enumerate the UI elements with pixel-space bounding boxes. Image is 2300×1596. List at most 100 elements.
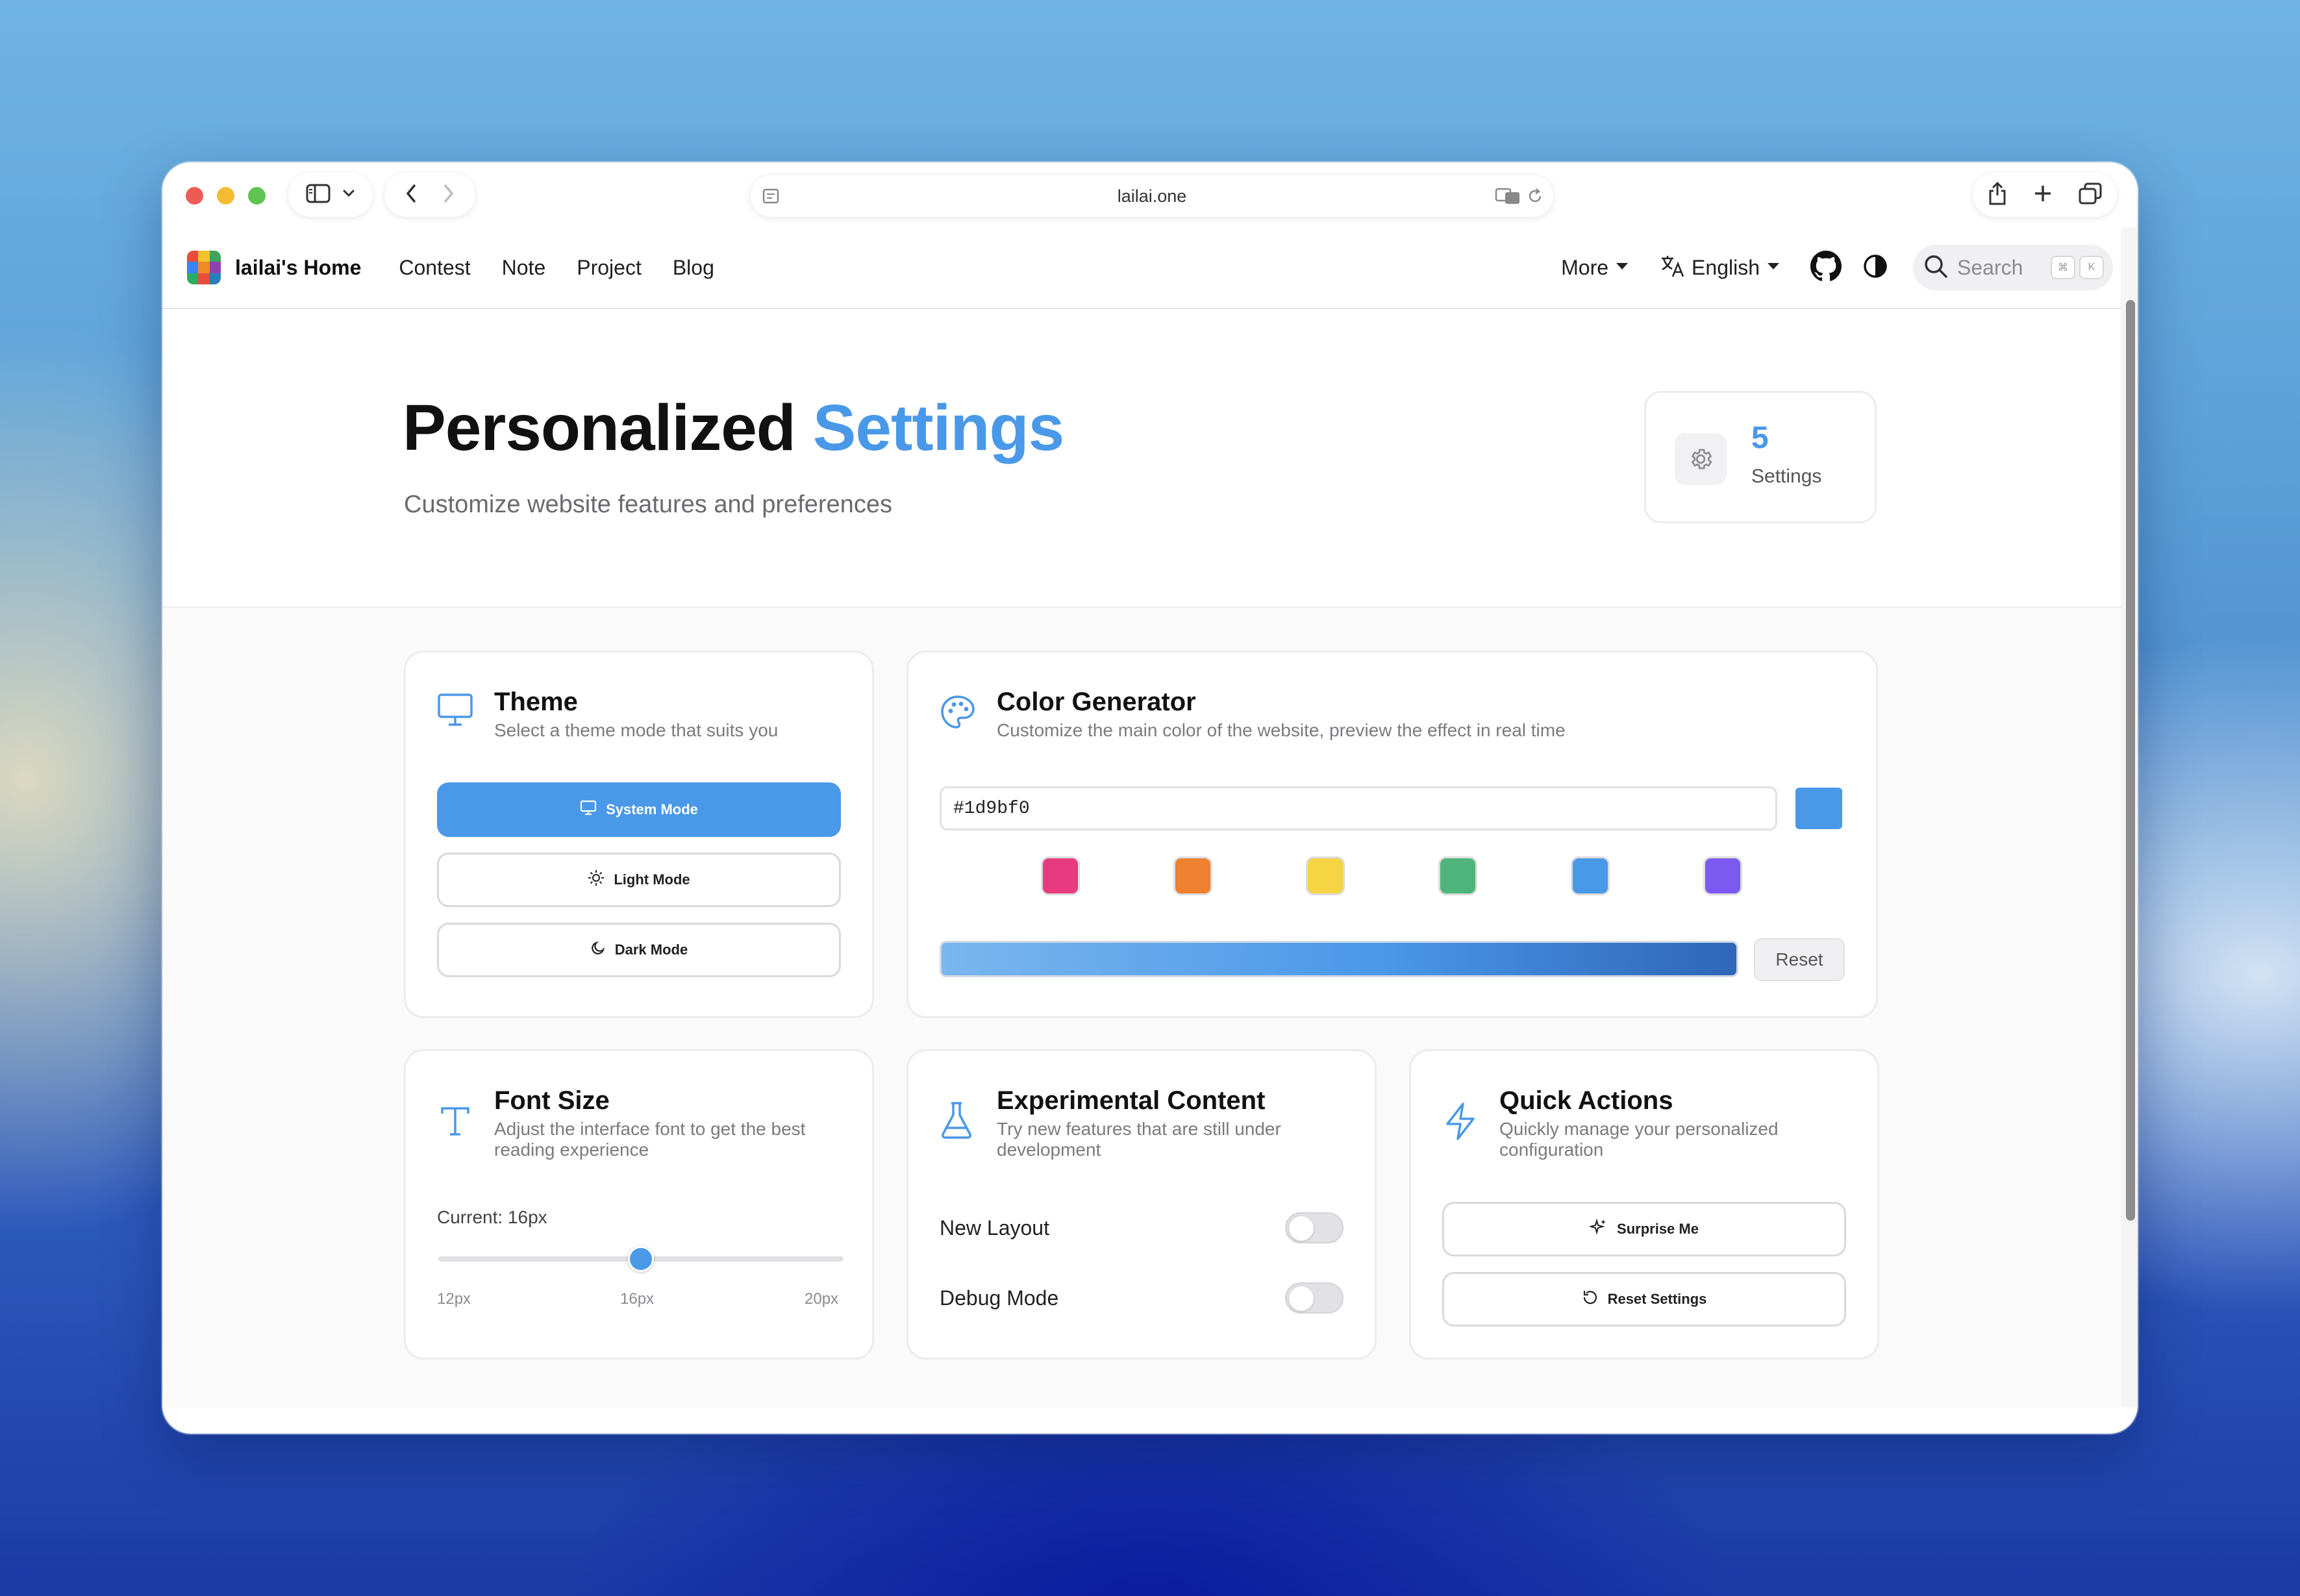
monitor-icon [580, 800, 597, 819]
color-desc: Customize the main color of the website,… [997, 720, 1566, 740]
new-layout-toggle[interactable] [1285, 1212, 1344, 1243]
experimental-title: Experimental Content [997, 1086, 1266, 1115]
site-navbar: lailai's Home Contest Note Project Blog … [162, 227, 2121, 309]
browser-window: lailai.one lailai's Home Contest Note Pr… [162, 162, 2138, 1434]
more-menu[interactable]: More [1561, 256, 1629, 280]
history-nav [384, 173, 475, 217]
brand-name[interactable]: lailai's Home [235, 256, 361, 280]
close-window-button[interactable] [186, 187, 203, 205]
theme-desc: Select a theme mode that suits you [494, 720, 779, 740]
surprise-me-button[interactable]: Surprise Me [1442, 1202, 1846, 1256]
page-title: Personalized Settings [403, 391, 1064, 466]
color-preview[interactable] [1795, 788, 1842, 829]
reset-color-button[interactable]: Reset [1754, 938, 1845, 981]
browser-toolbar: lailai.one [162, 162, 2138, 227]
reset-settings-button[interactable]: Reset Settings [1442, 1272, 1846, 1327]
color-swatch[interactable] [1173, 856, 1212, 895]
slider-handle[interactable] [628, 1246, 654, 1272]
dark-mode-button[interactable]: Dark Mode [437, 923, 841, 977]
title-accent: Settings [812, 392, 1064, 464]
back-icon[interactable] [405, 184, 417, 206]
theme-card: Theme Select a theme mode that suits you… [404, 651, 874, 1018]
color-swatch[interactable] [1041, 856, 1080, 895]
color-swatch[interactable] [1703, 856, 1742, 895]
page-subtitle: Customize website features and preferenc… [404, 491, 892, 518]
caret-down-icon [1615, 262, 1629, 274]
more-label: More [1561, 255, 1609, 279]
tabs-overview-icon[interactable] [2079, 182, 2102, 208]
surprise-me-label: Surprise Me [1617, 1221, 1699, 1237]
font-size-slider[interactable] [438, 1246, 844, 1272]
palette-icon [940, 694, 976, 734]
experimental-desc: Try new features that are still under de… [997, 1119, 1281, 1160]
nav-note[interactable]: Note [502, 256, 546, 280]
type-icon [440, 1106, 471, 1140]
color-title: Color Generator [997, 688, 1196, 716]
color-hex-input[interactable]: #1d9bf0 [940, 786, 1777, 830]
language-label: English [1692, 255, 1760, 279]
system-mode-label: System Mode [606, 801, 698, 817]
scrollbar-thumb[interactable] [2126, 300, 2135, 1221]
debug-mode-toggle[interactable] [1285, 1282, 1344, 1314]
font-size-desc: Adjust the interface font to get the bes… [494, 1119, 806, 1160]
minimize-window-button[interactable] [217, 187, 234, 205]
font-size-card: Font Size Adjust the interface font to g… [404, 1049, 874, 1360]
color-swatch[interactable] [1438, 856, 1477, 895]
quick-actions-title: Quick Actions [1499, 1086, 1673, 1115]
tick-max: 20px [805, 1290, 839, 1308]
color-shade-bar[interactable] [940, 941, 1738, 977]
theme-toggle-icon[interactable] [1862, 253, 1888, 282]
language-selector[interactable]: English [1660, 255, 1781, 281]
reset-settings-label: Reset Settings [1607, 1291, 1707, 1307]
color-generator-card: Color Generator Customize the main color… [906, 651, 1878, 1018]
lightning-icon [1444, 1102, 1477, 1144]
settings-area: Theme Select a theme mode that suits you… [162, 608, 2121, 1408]
font-size-title: Font Size [494, 1086, 610, 1115]
settings-count: 5 [1751, 421, 1769, 455]
reload-icon[interactable] [1526, 187, 1544, 208]
system-mode-button[interactable]: System Mode [437, 782, 841, 837]
light-mode-label: Light Mode [614, 871, 690, 888]
experimental-card: Experimental Content Try new features th… [906, 1049, 1377, 1360]
new-tab-icon[interactable] [2033, 184, 2053, 206]
search-icon [1923, 254, 1948, 282]
maximize-window-button[interactable] [248, 187, 266, 205]
search-placeholder: Search [1957, 255, 2023, 279]
hero-section: Personalized Settings Customize website … [162, 309, 2121, 608]
site-logo[interactable] [187, 251, 221, 284]
page-content: Personalized Settings Customize website … [162, 309, 2121, 1408]
tick-mid: 16px [620, 1290, 655, 1308]
translate-icon[interactable] [1495, 187, 1521, 208]
shortcut-key-k: K [2079, 256, 2104, 279]
light-mode-button[interactable]: Light Mode [437, 853, 841, 907]
monitor-icon [437, 693, 473, 730]
search-box[interactable]: Search ⌘ K [1913, 245, 2113, 290]
window-actions [1973, 173, 2117, 217]
flask-icon [940, 1101, 973, 1143]
share-icon[interactable] [1988, 181, 2007, 209]
color-swatch[interactable] [1306, 856, 1345, 895]
translate-icon [1660, 255, 1685, 281]
page-menu-icon[interactable] [762, 188, 779, 207]
nav-blog[interactable]: Blog [673, 256, 714, 280]
moon-icon [590, 940, 606, 960]
tick-min: 12px [437, 1290, 471, 1308]
quick-actions-desc: Quickly manage your personalized configu… [1499, 1119, 1779, 1160]
new-layout-label: New Layout [940, 1216, 1049, 1240]
github-icon[interactable] [1810, 250, 1842, 285]
sidebar-icon [306, 184, 331, 206]
settings-count-card: 5 Settings [1644, 391, 1877, 523]
scrollbar-track[interactable] [2121, 227, 2138, 1408]
gear-icon [1675, 433, 1727, 485]
sidebar-toggle-button[interactable] [288, 173, 373, 217]
reset-icon [1582, 1289, 1599, 1310]
theme-title: Theme [494, 688, 578, 716]
quick-actions-card: Quick Actions Quickly manage your person… [1409, 1049, 1879, 1360]
address-bar[interactable]: lailai.one [751, 175, 1553, 217]
shortcut-key-cmd: ⌘ [2051, 256, 2075, 279]
forward-icon[interactable] [443, 184, 455, 206]
nav-contest[interactable]: Contest [399, 256, 470, 280]
nav-project[interactable]: Project [577, 256, 642, 280]
url-text: lailai.one [1117, 186, 1187, 206]
color-swatch[interactable] [1571, 856, 1610, 895]
